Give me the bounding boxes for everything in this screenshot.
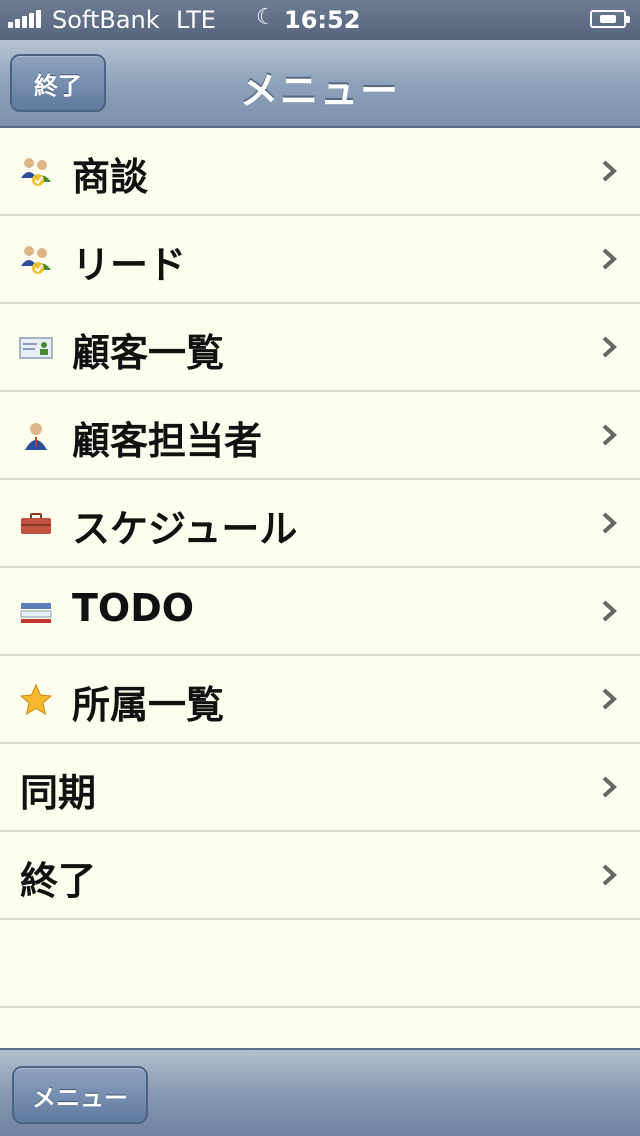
- person-icon: [25, 423, 47, 450]
- menu-list: 商談 リード 顧客一覧 顧客担当者 スケジュール TODO 所属一覧 同期 終了: [0, 128, 640, 1008]
- battery-icon: [590, 10, 630, 28]
- network-type: LTE: [176, 6, 216, 34]
- menu-item-label: TODO: [72, 586, 195, 630]
- empty-row: [0, 920, 640, 1008]
- chevron-right-icon: [602, 248, 617, 270]
- chevron-right-icon: [602, 776, 617, 798]
- chevron-right-icon: [602, 160, 617, 182]
- people-icon: [21, 158, 51, 186]
- menu-item-customer-list[interactable]: 顧客一覧: [0, 304, 640, 392]
- people-icon: [21, 246, 51, 274]
- business-card-icon: [19, 337, 53, 359]
- menu-item-customer-contact[interactable]: 顧客担当者: [0, 392, 640, 480]
- menu-button[interactable]: メニュー: [12, 1066, 148, 1124]
- chevron-right-icon: [602, 336, 617, 358]
- chevron-right-icon: [602, 600, 617, 622]
- menu-item-lead[interactable]: リード: [0, 216, 640, 304]
- moon-icon: ☾: [256, 5, 276, 30]
- menu-item-label: スケジュール: [72, 507, 298, 551]
- bottom-toolbar: メニュー: [0, 1048, 640, 1136]
- menu-item-exit[interactable]: 終了: [0, 832, 640, 920]
- menu-item-sync[interactable]: 同期: [0, 744, 640, 832]
- chevron-right-icon: [602, 864, 617, 886]
- menu-item-negotiation[interactable]: 商談: [0, 128, 640, 216]
- status-bar: SoftBank LTE ☾ 16:52: [0, 0, 640, 40]
- navigation-bar: 終了 メニュー: [0, 40, 640, 128]
- page-title: メニュー: [239, 69, 400, 113]
- chevron-right-icon: [602, 512, 617, 534]
- list-icon: [20, 603, 52, 623]
- menu-item-label: 所属一覧: [72, 683, 225, 727]
- menu-item-label: 顧客担当者: [72, 419, 263, 463]
- menu-item-label: 顧客一覧: [72, 331, 225, 375]
- chevron-right-icon: [602, 688, 617, 710]
- menu-item-label: 同期: [20, 771, 97, 815]
- menu-item-schedule[interactable]: スケジュール: [0, 480, 640, 568]
- menu-item-label: 終了: [20, 859, 97, 903]
- chevron-right-icon: [602, 424, 617, 446]
- menu-item-label: 商談: [72, 155, 149, 199]
- signal-icon: [8, 10, 41, 28]
- status-time: 16:52: [284, 6, 361, 34]
- menu-item-label: リード: [72, 243, 187, 287]
- menu-item-affiliation-list[interactable]: 所属一覧: [0, 656, 640, 744]
- carrier-name: SoftBank: [52, 6, 160, 34]
- star-icon: [19, 683, 53, 716]
- briefcase-icon: [21, 513, 51, 534]
- menu-item-todo[interactable]: TODO: [0, 568, 640, 656]
